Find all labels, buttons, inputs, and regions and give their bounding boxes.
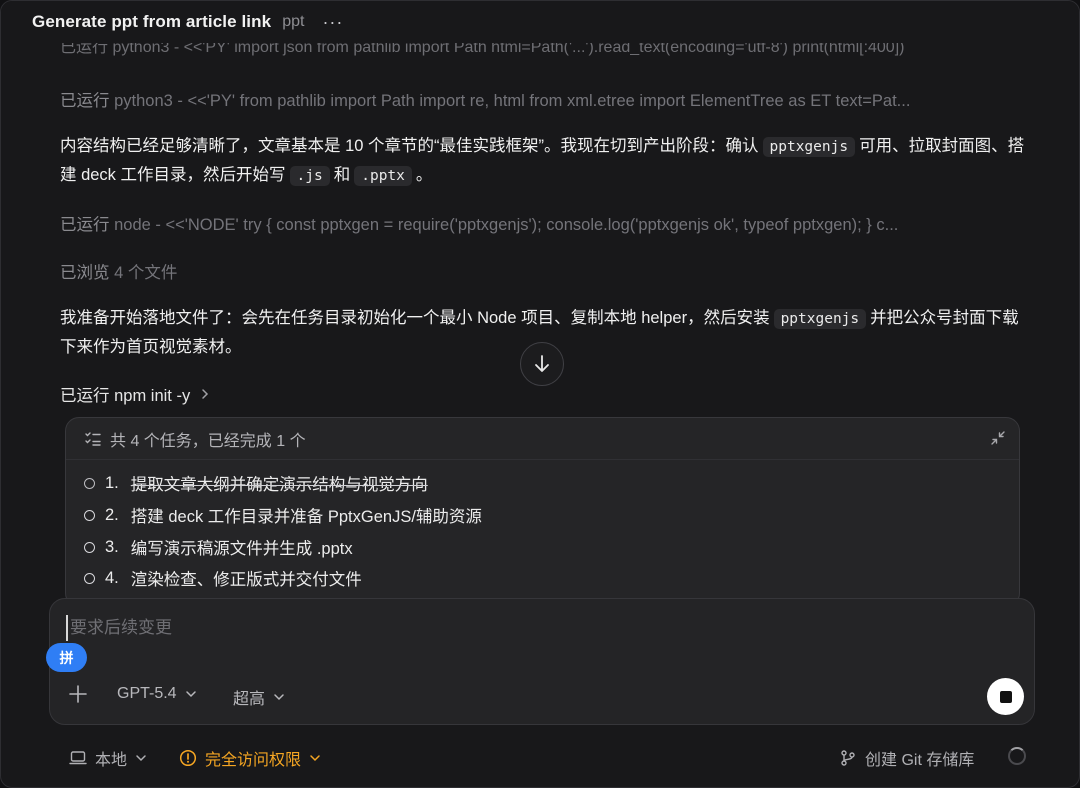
run-command-python[interactable]: 已运行 python3 - <<'PY' from pathlib import… bbox=[60, 87, 1000, 111]
model-selector[interactable]: GPT-5.4 bbox=[117, 685, 197, 703]
project-name[interactable]: ppt bbox=[282, 13, 304, 31]
task-list-header: 共 4 个任务，已经完成 1 个 bbox=[66, 418, 1019, 460]
run-command-node[interactable]: 已运行 node - <<'NODE' try { const pptxgen … bbox=[60, 211, 1000, 235]
inline-code: pptxgenjs bbox=[762, 137, 856, 157]
inline-code: .pptx bbox=[354, 166, 412, 186]
task-done-icon bbox=[84, 477, 95, 489]
task-item: 1. 提取文章大纲并确定演示结构与视觉方向 bbox=[84, 471, 428, 495]
more-options-button[interactable]: ··· bbox=[322, 12, 343, 33]
task-pending-icon bbox=[84, 541, 95, 553]
create-git-repo-button[interactable]: 创建 Git 存储库 bbox=[839, 746, 974, 770]
task-item: 4. 渲染检查、修正版式并交付文件 bbox=[84, 566, 362, 590]
browsed-files[interactable]: 已浏览 4 个文件 bbox=[60, 259, 1000, 283]
header-bar: Generate ppt from article link ppt ··· bbox=[1, 1, 1079, 43]
inline-code: .js bbox=[289, 166, 330, 186]
chevron-down-icon bbox=[310, 755, 320, 762]
checklist-icon bbox=[85, 431, 101, 446]
add-attachment-button[interactable] bbox=[68, 684, 88, 709]
git-branch-icon bbox=[841, 750, 855, 766]
plus-icon bbox=[69, 685, 87, 703]
app-window: Generate ppt from article link ppt ··· 已… bbox=[0, 0, 1080, 788]
task-item: 3. 编写演示稿源文件并生成 .pptx bbox=[84, 535, 353, 559]
chevron-down-icon bbox=[185, 691, 196, 698]
effort-level: 超高 bbox=[233, 691, 266, 708]
reasoning-effort-selector[interactable]: 超高 bbox=[233, 685, 285, 709]
browse-detail: 4 个文件 bbox=[114, 264, 178, 282]
run-command-npm[interactable]: 已运行 npm init -y bbox=[60, 382, 210, 406]
inline-code: pptxgenjs bbox=[773, 309, 867, 329]
run-prefix: 已运行 bbox=[60, 92, 110, 110]
run-command-text: node - <<'NODE' try { const pptxgen = re… bbox=[114, 216, 899, 234]
run-prefix: 已运行 bbox=[60, 216, 110, 234]
laptop-icon bbox=[69, 751, 87, 765]
model-name: GPT-5.4 bbox=[117, 685, 177, 702]
task-pending-icon bbox=[84, 509, 95, 521]
access-label: 完全访问权限 bbox=[205, 752, 302, 769]
collapse-icon[interactable] bbox=[989, 429, 1007, 452]
follow-up-input[interactable] bbox=[66, 615, 966, 641]
chevron-down-icon bbox=[136, 755, 146, 762]
environment-label: 本地 bbox=[95, 752, 128, 769]
task-summary: 共 4 个任务，已经完成 1 个 bbox=[110, 432, 306, 450]
task-pending-icon bbox=[84, 572, 95, 584]
browse-prefix: 已浏览 bbox=[60, 264, 110, 282]
access-permission-selector[interactable]: 完全访问权限 bbox=[179, 746, 321, 770]
assistant-message: 内容结构已经足够清晰了，文章基本是 10 个章节的“最佳实践框架”。我现在切到产… bbox=[60, 137, 1025, 186]
stop-icon bbox=[999, 690, 1012, 703]
ime-indicator: 拼 bbox=[46, 643, 87, 672]
task-item: 2. 搭建 deck 工作目录并准备 PptxGenJS/辅助资源 bbox=[84, 503, 482, 527]
git-label: 创建 Git 存储库 bbox=[865, 752, 975, 769]
chevron-right-icon bbox=[202, 389, 209, 399]
chevron-down-icon bbox=[274, 694, 284, 701]
warning-icon bbox=[179, 749, 197, 767]
run-command-text: python3 - <<'PY' from pathlib import Pat… bbox=[114, 92, 911, 110]
arrow-down-icon bbox=[535, 355, 549, 372]
loading-spinner-icon bbox=[1008, 747, 1026, 765]
stop-button[interactable] bbox=[987, 678, 1024, 715]
previous-command-line: 已运行 python3 - <<'PY' import json from pa… bbox=[60, 41, 905, 56]
composer: 拼 GPT-5.4 超高 bbox=[46, 598, 1035, 725]
task-list-panel: 共 4 个任务，已经完成 1 个 1. 提取文章大纲并确定演示结构与视觉方向 2… bbox=[65, 417, 1020, 607]
thread-title[interactable]: Generate ppt from article link bbox=[32, 12, 271, 32]
scroll-to-bottom-button[interactable] bbox=[520, 342, 564, 386]
environment-selector[interactable]: 本地 bbox=[69, 746, 147, 770]
